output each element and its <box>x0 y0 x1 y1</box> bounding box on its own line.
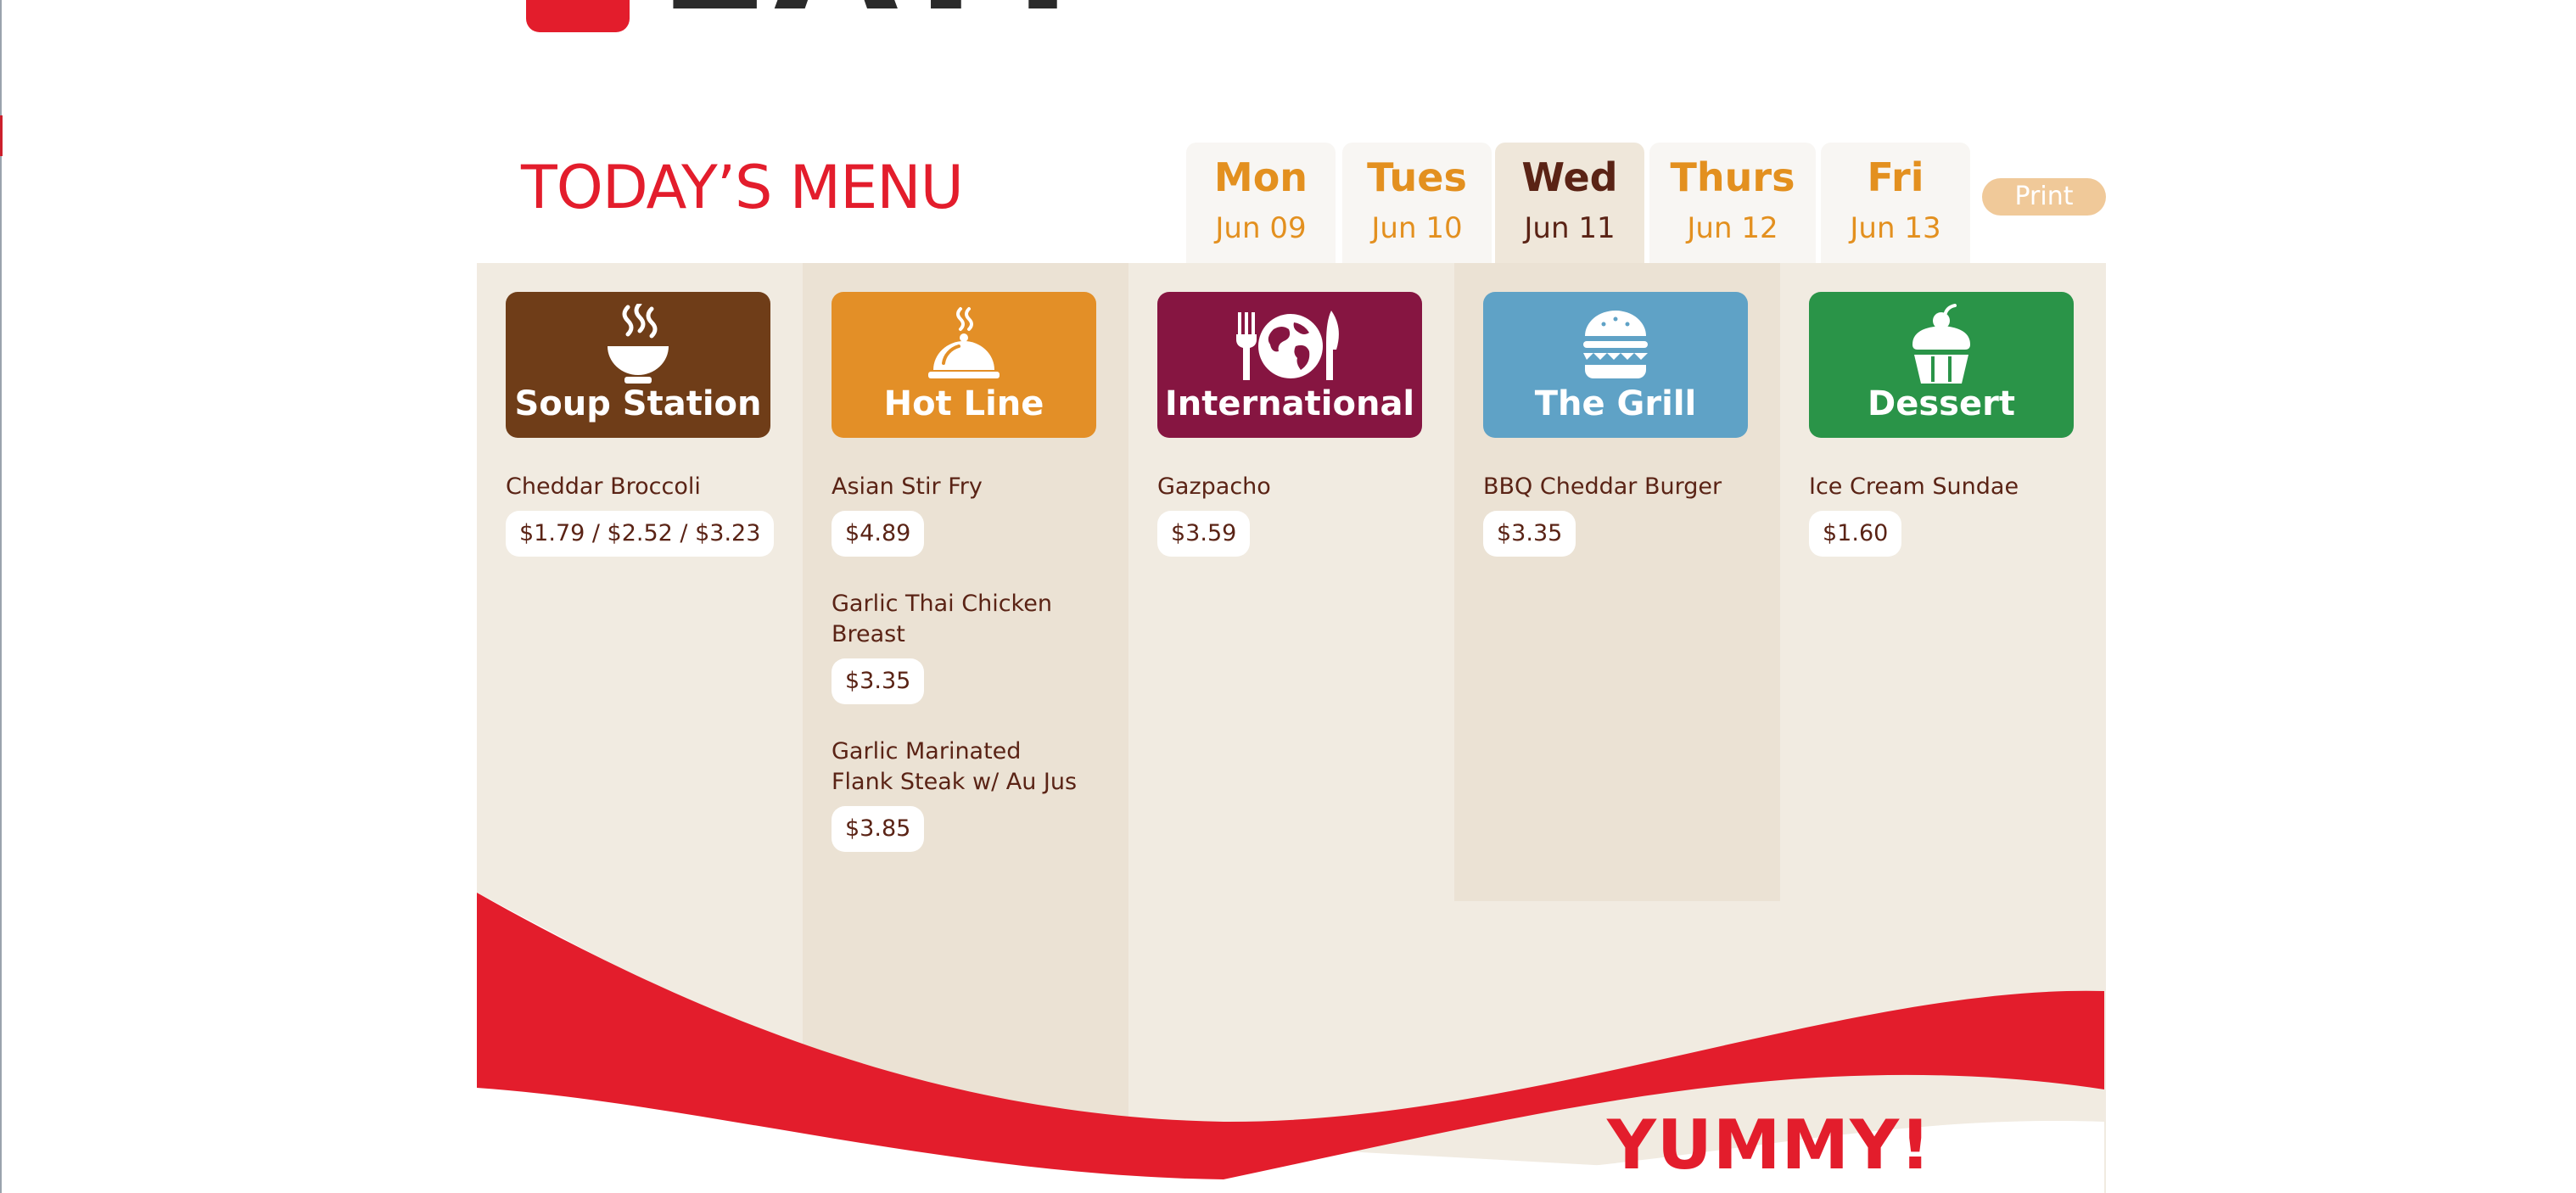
tab-mon[interactable]: Mon Jun 09 <box>1186 143 1336 263</box>
tab-day-label: Wed <box>1521 154 1618 200</box>
print-button[interactable]: Print <box>1982 178 2106 216</box>
logo-red-block <box>526 0 630 32</box>
left-edge-marker <box>0 115 3 156</box>
logo-text: EAT! <box>658 0 1084 34</box>
tab-thurs[interactable]: Thurs Jun 12 <box>1649 143 1816 263</box>
red-wave-decoration <box>477 893 2106 1193</box>
tab-day-label: Tues <box>1367 154 1467 200</box>
yummy-tagline: YUMMY! <box>1607 1106 1932 1185</box>
tab-date-label: Jun 13 <box>1850 211 1941 245</box>
tab-day-label: Fri <box>1867 154 1924 200</box>
tab-date-label: Jun 12 <box>1687 211 1778 245</box>
tab-wed[interactable]: Wed Jun 11 <box>1495 143 1644 263</box>
tab-day-label: Mon <box>1213 154 1308 200</box>
tab-date-label: Jun 09 <box>1215 211 1307 245</box>
tab-fri[interactable]: Fri Jun 13 <box>1821 143 1970 263</box>
tab-date-label: Jun 10 <box>1371 211 1463 245</box>
tab-date-label: Jun 11 <box>1524 211 1616 245</box>
page-title: TODAY’S MENU <box>521 153 964 222</box>
window-left-edge <box>0 0 2 1193</box>
tab-day-label: Thurs <box>1670 154 1795 200</box>
menu-panel: Soup Station Hot Line International The … <box>477 263 2106 1193</box>
tab-tues[interactable]: Tues Jun 10 <box>1342 143 1492 263</box>
